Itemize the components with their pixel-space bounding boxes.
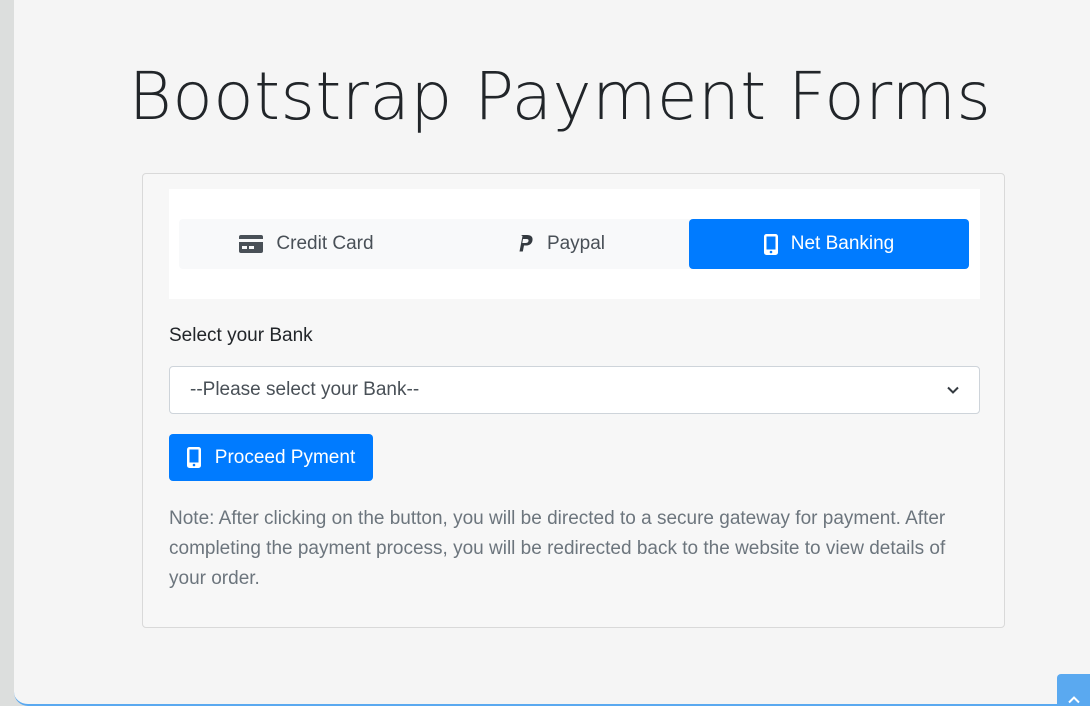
tab-credit-card[interactable]: Credit Card bbox=[179, 219, 434, 269]
paypal-icon bbox=[518, 234, 534, 254]
payment-card: Credit Card Paypal Net Banking Select yo… bbox=[142, 173, 1005, 628]
mobile-phone-icon bbox=[763, 233, 778, 255]
chevron-down-icon bbox=[947, 386, 959, 394]
payment-note: Note: After clicking on the button, you … bbox=[169, 508, 946, 589]
tab-header: Credit Card Paypal Net Banking bbox=[169, 189, 980, 299]
tab-net-banking[interactable]: Net Banking bbox=[689, 219, 969, 269]
tab-label: Paypal bbox=[546, 233, 606, 254]
scroll-to-top-button[interactable] bbox=[1057, 674, 1090, 706]
page-title: Bootstrap Payment Forms bbox=[128, 58, 992, 135]
bank-select-value: --Please select your Bank-- bbox=[190, 379, 420, 400]
tab-paypal[interactable]: Paypal bbox=[434, 219, 689, 269]
chevron-up-icon bbox=[1067, 696, 1080, 704]
proceed-payment-label: Proceed Pyment bbox=[214, 446, 356, 468]
bank-select[interactable]: --Please select your Bank-- bbox=[169, 366, 980, 414]
mobile-phone-icon bbox=[186, 447, 201, 468]
payment-tabs: Credit Card Paypal Net Banking bbox=[179, 219, 969, 269]
bank-select-label: Select your Bank bbox=[169, 325, 313, 346]
tab-label: Net Banking bbox=[790, 233, 895, 254]
credit-card-icon bbox=[239, 235, 264, 253]
page-container: Bootstrap Payment Forms Credit Card Payp… bbox=[14, 0, 1090, 706]
proceed-payment-button[interactable]: Proceed Pyment bbox=[169, 434, 373, 481]
tab-label: Credit Card bbox=[276, 233, 374, 254]
